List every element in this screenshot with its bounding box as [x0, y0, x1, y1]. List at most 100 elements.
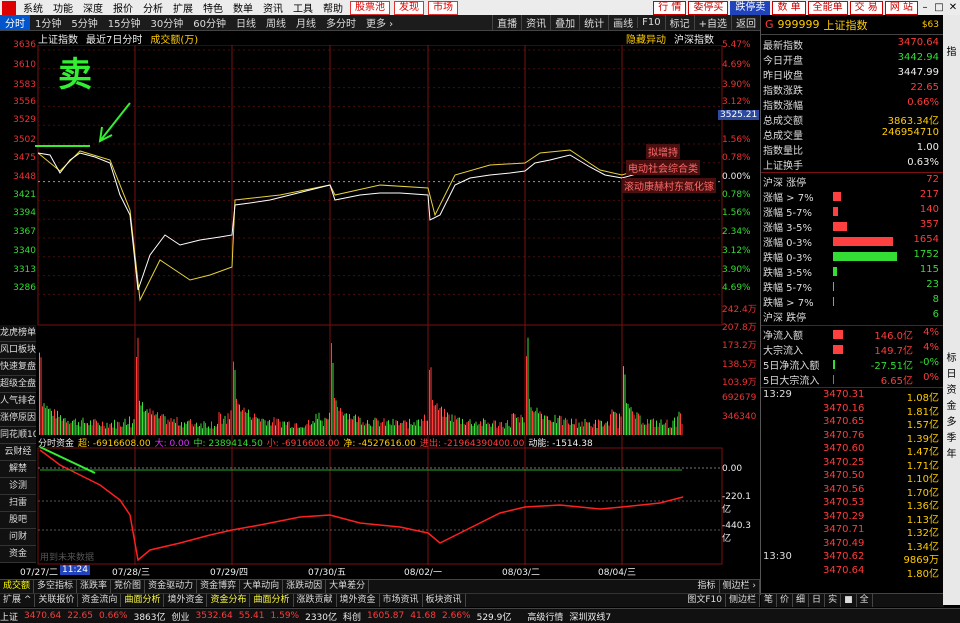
back-button[interactable]: 返回 [731, 15, 760, 30]
add-watchlist-button[interactable]: +自选 [693, 15, 731, 30]
wencai-button[interactable]: 问财 [0, 529, 36, 546]
menu-analysis[interactable]: 分析 [138, 0, 168, 15]
all-order-button[interactable]: 全能单 [807, 0, 848, 15]
indicator-button[interactable]: 指标 [695, 580, 720, 593]
tab-real[interactable]: 实 [825, 594, 842, 607]
yun-cj-button[interactable]: 云财经 [0, 444, 36, 461]
menu-depth[interactable]: 深度 [78, 0, 108, 15]
tab-foreign[interactable]: 境外资金 [164, 594, 208, 607]
hot-sector-button[interactable]: 风口板块 [0, 342, 36, 359]
menu-news[interactable]: 资讯 [258, 0, 288, 15]
distribution-row[interactable]: 沪深 涨停 72 [761, 174, 941, 189]
menu-quote[interactable]: 报价 [108, 0, 138, 15]
trade-button[interactable]: 交 易 [849, 0, 883, 15]
maximize-icon[interactable]: □ [932, 2, 946, 13]
distribution-row[interactable]: 涨幅 0-3% 1654 [761, 234, 941, 249]
capital-button[interactable]: 资金 [0, 546, 36, 563]
period-day[interactable]: 日线 [231, 15, 261, 30]
f10-graphic-button[interactable]: 图文F10 [684, 594, 726, 607]
period-month[interactable]: 月线 [291, 15, 321, 30]
period-5min[interactable]: 5分钟 [66, 15, 102, 30]
vtab-year[interactable]: 年 [943, 447, 960, 463]
draw-button[interactable]: 画线 [608, 15, 637, 30]
distribution-row[interactable]: 涨幅 3-5% 357 [761, 219, 941, 234]
distribution-row[interactable]: 涨幅 5-7% 140 [761, 204, 941, 219]
tab-extend[interactable]: 扩展 ^ [0, 594, 36, 607]
sidebar-button[interactable]: 侧边栏 [726, 594, 760, 607]
ths10-button[interactable]: 同花顺10 [0, 427, 36, 444]
limit-sell-button[interactable]: 跌停卖 [730, 0, 771, 15]
tab-surface2[interactable]: 曲面分析 [250, 594, 294, 607]
tab-detail[interactable]: 细 [793, 594, 810, 607]
vtab-mark[interactable]: 标 [943, 351, 960, 367]
stats-button[interactable]: 统计 [579, 15, 608, 30]
news-tag[interactable]: 滚动康赫村东氮化镓 [622, 178, 716, 193]
mark-button[interactable]: 标记 [664, 15, 694, 30]
tab-long-short[interactable]: 多空指标 [34, 580, 78, 593]
minimize-icon[interactable]: – [918, 2, 932, 13]
dragon-tiger-button[interactable]: 龙虎榜单 [0, 325, 36, 342]
vtab-day[interactable]: 日 [943, 367, 960, 383]
tab-tick[interactable]: 笔 [761, 594, 778, 607]
forum-button[interactable]: 股吧 [0, 512, 36, 529]
close-icon[interactable]: ✕ [946, 2, 960, 13]
order-button[interactable]: 数 单 [772, 0, 806, 15]
menu-order[interactable]: 数单 [228, 0, 258, 15]
sidebar-toggle[interactable]: 侧边栏 › [720, 580, 760, 593]
tab-related-quote[interactable]: 关联报价 [35, 594, 79, 607]
menu-tools[interactable]: 工具 [288, 0, 318, 15]
period-30min[interactable]: 30分钟 [145, 15, 188, 30]
distribution-row[interactable]: 沪深 跌停 6 [761, 309, 941, 324]
stock-pool-button[interactable]: 股票池 [350, 0, 390, 15]
unlock-button[interactable]: 解禁 [0, 461, 36, 478]
period-more[interactable]: 更多 › [361, 15, 398, 30]
tab-big-order[interactable]: 大单动向 [240, 580, 284, 593]
menu-special[interactable]: 特色 [198, 0, 228, 15]
vtab-multi[interactable]: 多 [943, 415, 960, 431]
tab-fund-flow[interactable]: 资金流向 [78, 594, 122, 607]
tab-capital-drive[interactable]: 资金驱动力 [145, 580, 198, 593]
tab-market-news[interactable]: 市场资讯 [380, 594, 423, 607]
limit-reason-button[interactable]: 涨停原因 [0, 410, 36, 427]
menu-help[interactable]: 帮助 [318, 0, 348, 15]
quote-button[interactable]: 行 情 [653, 0, 687, 15]
website-button[interactable]: 网 站 [884, 0, 918, 15]
tab-updown[interactable]: 涨跌率 [77, 580, 112, 593]
distribution-row[interactable]: 跌幅 5-7% 23 [761, 279, 941, 294]
vtab-index[interactable]: 指 [943, 45, 960, 61]
tab-auction[interactable]: 竞价图 [111, 580, 146, 593]
period-intraday[interactable]: 分时 [0, 15, 30, 30]
tab-capital-game[interactable]: 资金博弈 [197, 580, 241, 593]
distribution-row[interactable]: 跌幅 0-3% 1752 [761, 249, 941, 264]
tab-square[interactable]: ■ [841, 594, 857, 607]
popularity-button[interactable]: 人气排名 [0, 393, 36, 410]
period-60min[interactable]: 60分钟 [188, 15, 231, 30]
diagnose-button[interactable]: 诊测 [0, 478, 36, 495]
menu-function[interactable]: 功能 [48, 0, 78, 15]
live-button[interactable]: 直播 [492, 15, 521, 30]
tab-sector-news[interactable]: 板块资讯 [423, 594, 466, 607]
tab-all[interactable]: 全 [857, 594, 873, 607]
period-1min[interactable]: 1分钟 [30, 15, 66, 30]
period-multi[interactable]: 多分时 [321, 15, 361, 30]
tab-contribution[interactable]: 涨跌贡献 [294, 594, 337, 607]
limit-buy-button[interactable]: 委停买 [688, 0, 729, 15]
intraday-chart[interactable] [0, 45, 760, 565]
vtab-season[interactable]: 季 [943, 431, 960, 447]
hs-index-button[interactable]: 沪深指数 [674, 31, 714, 46]
discover-button[interactable]: 发现 [394, 0, 424, 15]
tab-updown-cause[interactable]: 涨跌动因 [283, 580, 327, 593]
tab-big-diff[interactable]: 大单差分 [326, 580, 370, 593]
distribution-row[interactable]: 跌幅 > 7% 8 [761, 294, 941, 309]
news-tag[interactable]: 拟增持 [646, 144, 680, 159]
f10-button[interactable]: F10 [637, 17, 664, 28]
distribution-row[interactable]: 跌幅 3-5% 115 [761, 264, 941, 279]
pro-quote[interactable]: 高级行情 [527, 610, 563, 623]
market-button[interactable]: 市场 [428, 0, 458, 15]
hide-moves-button[interactable]: 隐藏异动 [626, 31, 666, 46]
period-15min[interactable]: 15分钟 [103, 15, 146, 30]
minesweep-button[interactable]: 扫雷 [0, 495, 36, 512]
news-tag[interactable]: 电动社会综合类 [626, 160, 700, 175]
tab-distribution[interactable]: 资金分布 [207, 594, 251, 607]
menu-extend[interactable]: 扩展 [168, 0, 198, 15]
